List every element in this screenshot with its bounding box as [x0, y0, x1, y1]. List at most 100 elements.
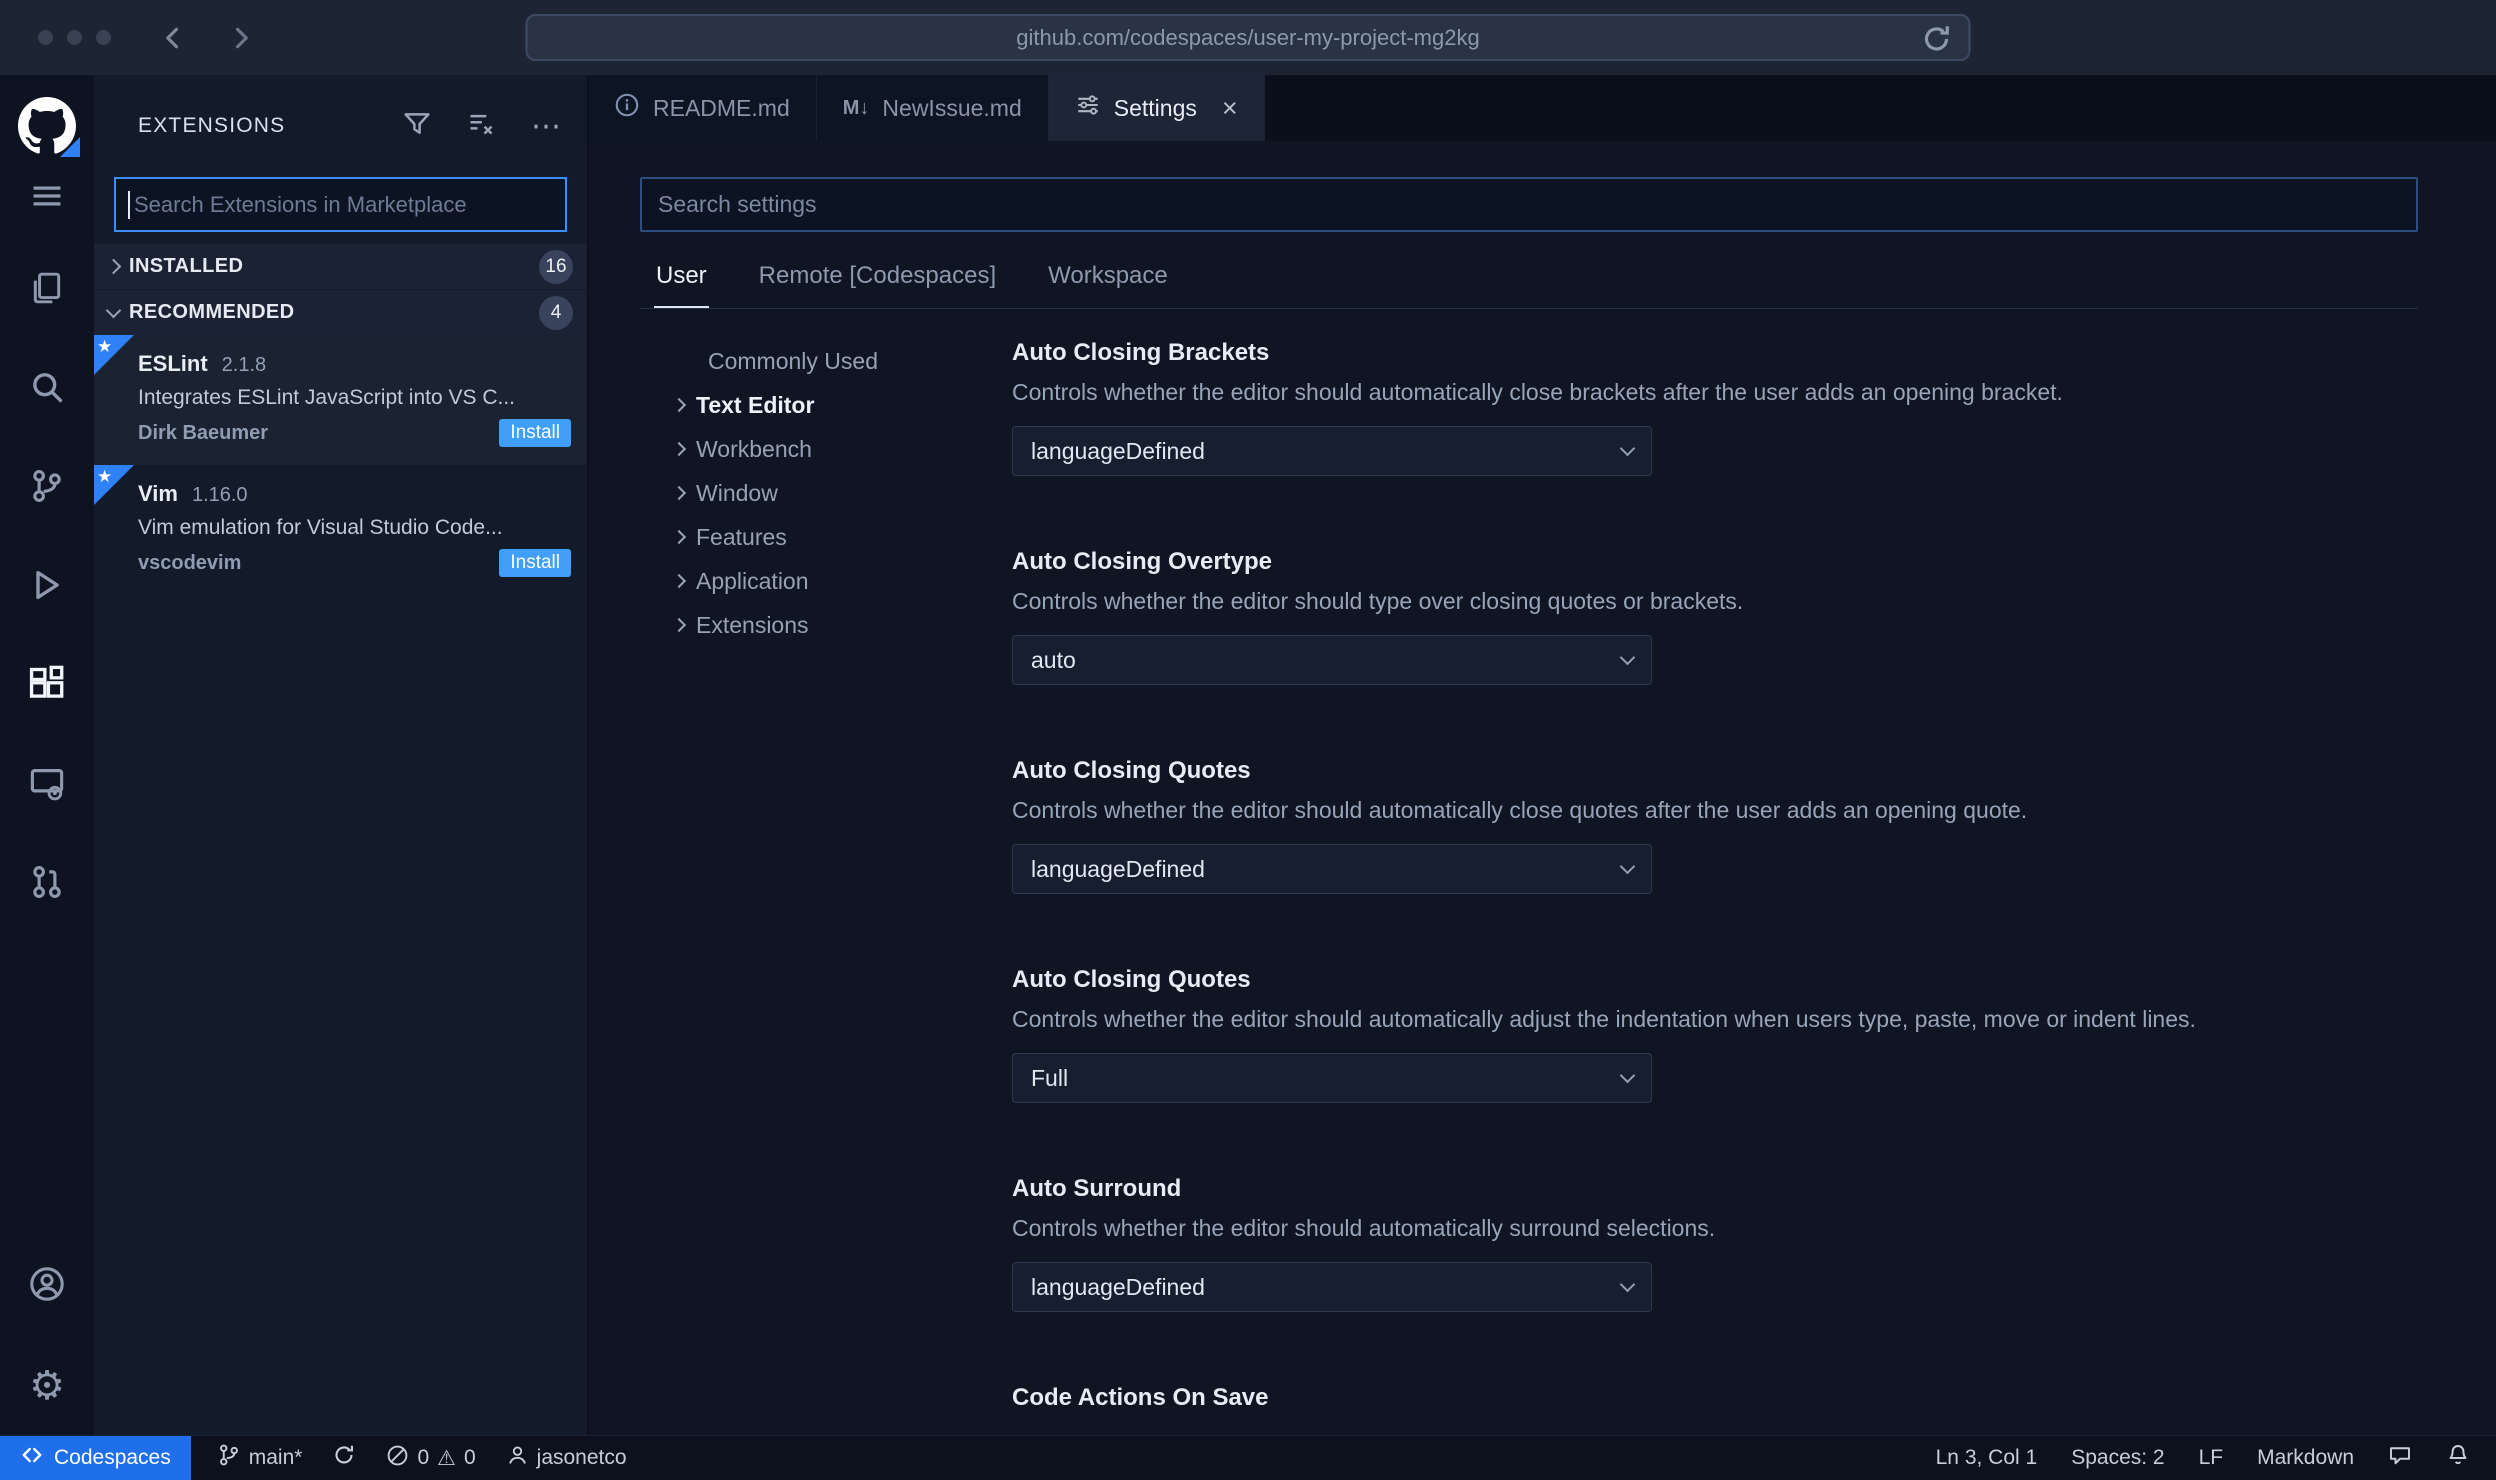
section-recommended[interactable]: RECOMMENDED 4 — [94, 290, 587, 335]
close-icon[interactable]: × — [1222, 94, 1238, 122]
main-area: ⚙ EXTENSIONS ⋯ Search Extensions in Mark… — [0, 75, 2496, 1435]
setting-title: Code Actions On Save — [1012, 1384, 1269, 1411]
chevron-right-icon — [671, 617, 687, 633]
toc-commonly-used[interactable]: Commonly Used — [674, 339, 1012, 383]
setting-dropdown[interactable]: Full — [1012, 1053, 1652, 1103]
extension-version: 2.1.8 — [221, 354, 267, 376]
tab-readme[interactable]: README.md — [588, 75, 817, 141]
extensions-sidebar: EXTENSIONS ⋯ Search Extensions in Market… — [94, 75, 588, 1435]
tab-settings[interactable]: Settings × — [1048, 75, 1265, 141]
setting-dropdown[interactable]: auto — [1012, 635, 1652, 685]
tab-label: Settings — [1113, 94, 1197, 121]
section-recommended-label: RECOMMENDED — [129, 301, 295, 323]
account-icon — [28, 1265, 66, 1308]
more-actions-icon[interactable]: ⋯ — [531, 111, 563, 141]
chevron-right-icon — [105, 258, 122, 275]
info-icon — [614, 92, 640, 124]
pull-requests-button[interactable] — [0, 835, 94, 934]
extension-item-vim[interactable]: ★ Vim 1.16.0 Vim emulation for Visual St… — [94, 465, 587, 595]
setting-auto-closing-overtype: Auto Closing Overtype Controls whether t… — [1012, 548, 2418, 685]
toc-extensions[interactable]: Extensions — [671, 603, 1012, 647]
window-close-button[interactable] — [38, 30, 53, 45]
markdown-icon: M↓ — [842, 96, 870, 119]
search-button[interactable] — [0, 340, 94, 439]
settings-toc: Commonly Used Text Editor Workbench Wind… — [640, 339, 1012, 1435]
warning-count: 0 — [463, 1446, 476, 1469]
notifications-bell-icon[interactable] — [2446, 1443, 2470, 1473]
scope-tab-workspace[interactable]: Workspace — [1046, 256, 1170, 308]
settings-editor: Search settings User Remote [Codespaces]… — [588, 141, 2496, 1435]
toc-application[interactable]: Application — [671, 559, 1012, 603]
cursor-position[interactable]: Ln 3, Col 1 — [1936, 1446, 2038, 1470]
extension-description: Vim emulation for Visual Studio Code... — [138, 516, 503, 539]
filter-icon[interactable] — [403, 110, 431, 143]
setting-dropdown[interactable]: languageDefined — [1012, 426, 1652, 476]
star-icon: ★ — [97, 337, 113, 356]
setting-dropdown[interactable]: languageDefined — [1012, 1262, 1652, 1312]
install-button[interactable]: Install — [499, 549, 571, 577]
explorer-button[interactable] — [0, 241, 94, 340]
chevron-right-icon — [671, 573, 687, 589]
activity-bar: ⚙ — [0, 75, 94, 1435]
menu-button[interactable] — [0, 155, 94, 241]
scope-tab-user[interactable]: User — [654, 256, 709, 308]
toc-workbench[interactable]: Workbench — [671, 427, 1012, 471]
pull-request-icon — [29, 864, 65, 905]
scope-tab-remote[interactable]: Remote [Codespaces] — [757, 256, 998, 308]
window-maximize-button[interactable] — [96, 30, 111, 45]
problems-button[interactable]: 0 ⚠ 0 — [386, 1444, 476, 1473]
star-icon: ★ — [97, 467, 113, 486]
installed-count-badge: 16 — [539, 249, 573, 284]
forward-icon[interactable] — [227, 24, 255, 52]
setting-auto-closing-quotes: Auto Closing Quotes Controls whether the… — [1012, 757, 2418, 894]
settings-search-input[interactable]: Search settings — [640, 177, 2418, 232]
setting-dropdown[interactable]: languageDefined — [1012, 844, 1652, 894]
editor-area: README.md M↓ NewIssue.md Settings × Sear… — [588, 75, 2496, 1435]
setting-title: Auto Closing Overtype — [1012, 548, 1273, 575]
back-icon[interactable] — [159, 24, 187, 52]
extensions-search-input[interactable]: Search Extensions in Marketplace — [114, 177, 567, 232]
sync-button[interactable] — [332, 1443, 356, 1473]
extension-description: Integrates ESLint JavaScript into VS C..… — [138, 386, 516, 409]
extension-item-eslint[interactable]: ★ ESLint 2.1.8 Integrates ESLint JavaScr… — [94, 335, 587, 465]
remote-explorer-icon — [29, 765, 65, 806]
chevron-down-icon — [105, 302, 122, 318]
manage-button[interactable]: ⚙ — [0, 1336, 94, 1435]
toc-features[interactable]: Features — [671, 515, 1012, 559]
clear-extensions-icon[interactable] — [467, 110, 495, 143]
hamburger-icon — [29, 178, 65, 219]
remote-explorer-button[interactable] — [0, 736, 94, 835]
browser-window: github.com/codespaces/user-my-project-mg… — [0, 0, 2496, 1480]
section-installed[interactable]: INSTALLED 16 — [94, 244, 587, 289]
address-bar[interactable]: github.com/codespaces/user-my-project-mg… — [525, 14, 1971, 61]
account-status-button[interactable]: jasonetco — [506, 1444, 627, 1473]
source-control-button[interactable] — [0, 439, 94, 538]
setting-description: Controls whether the editor should autom… — [1012, 1215, 1716, 1241]
branch-button[interactable]: main* — [217, 1443, 302, 1473]
sidebar-title: EXTENSIONS — [138, 114, 286, 137]
indentation[interactable]: Spaces: 2 — [2071, 1446, 2164, 1470]
account-button[interactable] — [0, 1237, 94, 1336]
extension-author: vscodevim — [138, 551, 242, 574]
setting-title: Auto Closing Quotes — [1012, 966, 1251, 993]
url-text: github.com/codespaces/user-my-project-mg… — [1016, 24, 1480, 50]
reload-icon[interactable] — [1921, 23, 1953, 61]
github-codespaces-logo — [18, 97, 80, 157]
tab-newissue[interactable]: M↓ NewIssue.md — [816, 75, 1049, 141]
browser-chrome: github.com/codespaces/user-my-project-mg… — [0, 0, 2496, 75]
setting-code-actions-on-save: Code Actions On Save — [1012, 1384, 2418, 1412]
codespaces-remote-button[interactable]: Codespaces — [0, 1436, 191, 1480]
extension-author: Dirk Baeumer — [138, 421, 269, 444]
install-button[interactable]: Install — [499, 419, 571, 447]
feedback-icon[interactable] — [2388, 1443, 2412, 1473]
chevron-right-icon — [671, 529, 687, 545]
toc-text-editor[interactable]: Text Editor — [671, 383, 1012, 427]
window-minimize-button[interactable] — [67, 30, 82, 45]
toc-window[interactable]: Window — [671, 471, 1012, 515]
setting-auto-indent: Auto Closing Quotes Controls whether the… — [1012, 966, 2418, 1103]
run-debug-button[interactable] — [0, 538, 94, 637]
extensions-button[interactable] — [0, 637, 94, 736]
eol-sequence[interactable]: LF — [2199, 1446, 2224, 1470]
files-icon — [30, 271, 64, 310]
language-mode[interactable]: Markdown — [2257, 1446, 2354, 1470]
